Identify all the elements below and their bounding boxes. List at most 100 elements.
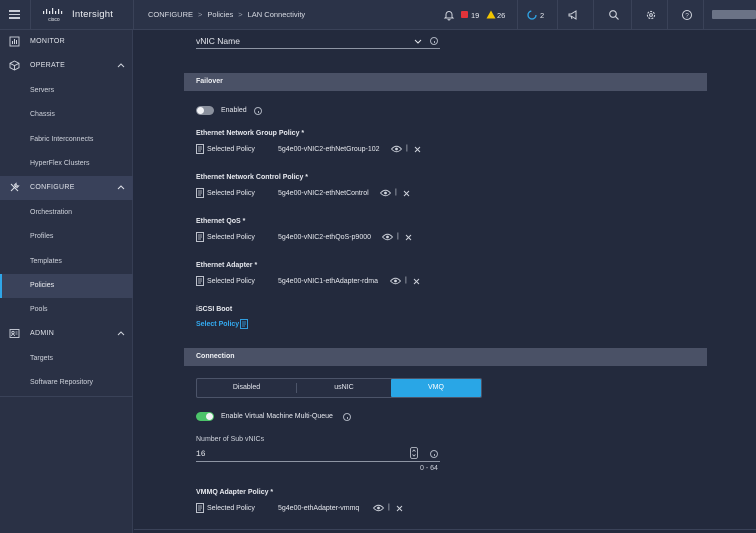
topbar-divider: [703, 0, 704, 30]
sidebar-group-configure[interactable]: CONFIGURE: [0, 176, 133, 200]
sidebar-item-templates[interactable]: Templates: [0, 250, 133, 274]
info-icon[interactable]: [430, 450, 438, 458]
topbar-divider: [667, 0, 668, 30]
selected-policy-name: 5g4e00-vNIC2-ethQoS-p9000: [278, 234, 372, 241]
close-icon[interactable]: [405, 234, 412, 241]
sidebar-item-label: Profiles: [30, 233, 54, 240]
eye-icon[interactable]: [391, 145, 402, 153]
chevron-up-icon[interactable]: [117, 62, 125, 68]
sidebar-item-chassis[interactable]: Chassis: [0, 103, 133, 127]
tasks-spinner-icon[interactable]: [526, 9, 538, 21]
bell-icon[interactable]: [443, 9, 455, 21]
stepper-icon[interactable]: [410, 447, 418, 459]
info-icon[interactable]: [430, 37, 438, 45]
iscsi-select-policy-link[interactable]: Select Policy: [196, 319, 252, 330]
field-underline: [196, 461, 440, 462]
toggle-knob: [197, 107, 204, 114]
chevron-down-icon: [414, 39, 422, 44]
sidebar-group-operate[interactable]: OPERATE: [0, 54, 133, 78]
vmmq-adapter-policy-row: Selected Policy 5g4e00-ethAdapter-vmmq |: [196, 503, 436, 515]
topbar-divider: [557, 0, 558, 30]
sidebar-item-pools[interactable]: Pools: [0, 298, 133, 322]
breadcrumb-policies[interactable]: Policies: [207, 10, 233, 19]
operate-icon: [9, 60, 20, 71]
sidebar-item-targets[interactable]: Targets: [0, 347, 133, 371]
breadcrumb-configure[interactable]: CONFIGURE: [148, 10, 193, 19]
menu-icon[interactable]: [9, 10, 20, 19]
selected-policy-label: Selected Policy: [207, 234, 255, 241]
sidebar-item-profiles[interactable]: Profiles: [0, 225, 133, 249]
info-icon[interactable]: [343, 413, 351, 421]
topbar-divider: [631, 0, 632, 30]
vmmq-toggle[interactable]: [196, 412, 214, 421]
document-icon: [196, 503, 204, 513]
eye-icon[interactable]: [382, 233, 393, 241]
vmmq-label: Enable Virtual Machine Multi-Queue: [221, 413, 333, 420]
sidebar-group-admin[interactable]: ADMIN: [0, 322, 133, 346]
connection-option-disabled[interactable]: Disabled: [197, 379, 296, 397]
warning-alert-count[interactable]: 26: [497, 11, 505, 20]
chevron-up-icon[interactable]: [117, 184, 125, 190]
eye-icon[interactable]: [380, 189, 391, 197]
selected-policy-name: 5g4e00-vNIC2-ethNetGroup-102: [278, 146, 380, 153]
sub-vnics-range: 0 - 64: [420, 465, 438, 472]
sidebar-item-orchestration[interactable]: Orchestration: [0, 201, 133, 225]
selected-policy-label: Selected Policy: [207, 505, 255, 512]
sidebar-item-label: Templates: [30, 258, 62, 265]
connection-option-usnic[interactable]: usNIC: [297, 379, 391, 397]
info-icon[interactable]: [254, 107, 262, 115]
document-icon: [196, 188, 204, 198]
close-icon[interactable]: [396, 505, 403, 512]
sidebar-group-monitor[interactable]: MONITOR: [0, 30, 133, 54]
eth-qos-label: Ethernet QoS *: [196, 218, 246, 225]
divider: |: [406, 145, 408, 152]
sidebar-item-policies[interactable]: Policies: [0, 274, 133, 298]
selected-policy-label: Selected Policy: [207, 146, 255, 153]
eth-network-group-policy-row: Selected Policy 5g4e00-vNIC2-ethNetGroup…: [196, 144, 436, 156]
vnic-name-select[interactable]: vNIC Name: [196, 34, 440, 49]
sub-vnics-value: 16: [196, 450, 206, 459]
warning-alert-icon[interactable]: [486, 10, 496, 19]
brand-name: Intersight: [72, 9, 114, 20]
sidebar: MONITOR OPERATE Servers Chassis Fabric I…: [0, 30, 133, 533]
failover-enabled-toggle[interactable]: [196, 106, 214, 115]
close-icon[interactable]: [414, 146, 421, 153]
connection-mode-selector: Disabled usNIC VMQ: [196, 378, 482, 398]
eye-icon[interactable]: [373, 504, 384, 512]
tasks-count[interactable]: 2: [540, 11, 544, 20]
critical-alert-icon[interactable]: [461, 11, 468, 18]
sidebar-item-label: Pools: [30, 306, 48, 313]
vmmq-adapter-policy-label: VMMQ Adapter Policy *: [196, 489, 274, 496]
announcement-icon[interactable]: [567, 9, 579, 21]
vnic-name-label: vNIC Name: [196, 36, 240, 46]
sidebar-item-fabric-interconnects[interactable]: Fabric Interconnects: [0, 128, 133, 152]
sidebar-item-servers[interactable]: Servers: [0, 79, 133, 103]
critical-alert-count[interactable]: 19: [471, 11, 479, 20]
sidebar-item-label: Fabric Interconnects: [30, 136, 94, 143]
sidebar-item-label: Servers: [30, 87, 55, 94]
sidebar-item-software-repository[interactable]: Software Repository: [0, 371, 133, 395]
connection-option-vmq[interactable]: VMQ: [391, 379, 481, 397]
divider: |: [397, 233, 399, 240]
selected-policy-name: 5g4e00-vNIC1-ethAdapter-rdma: [278, 278, 378, 285]
selected-policy-label: Selected Policy: [207, 278, 255, 285]
document-icon: [196, 144, 204, 154]
topbar-divider: [517, 0, 518, 30]
document-icon: [240, 319, 248, 329]
close-icon[interactable]: [413, 278, 420, 285]
document-icon: [196, 276, 204, 286]
brand[interactable]: cisco Intersight: [30, 0, 134, 30]
gear-icon[interactable]: [645, 9, 657, 21]
eye-icon[interactable]: [390, 277, 401, 285]
help-icon[interactable]: ?: [681, 9, 693, 21]
user-menu[interactable]: [712, 10, 756, 19]
sidebar-item-label: Orchestration: [30, 209, 73, 216]
search-icon[interactable]: [608, 9, 620, 21]
chevron-up-icon[interactable]: [117, 330, 125, 336]
close-icon[interactable]: [403, 190, 410, 197]
sub-vnics-input[interactable]: 16: [196, 447, 440, 462]
selected-policy-name: 5g4e00-ethAdapter-vmmq: [278, 505, 360, 512]
section-title: Failover: [196, 78, 223, 85]
sidebar-item-hyperflex-clusters[interactable]: HyperFlex Clusters: [0, 152, 133, 176]
sidebar-item-label: Targets: [30, 355, 53, 362]
